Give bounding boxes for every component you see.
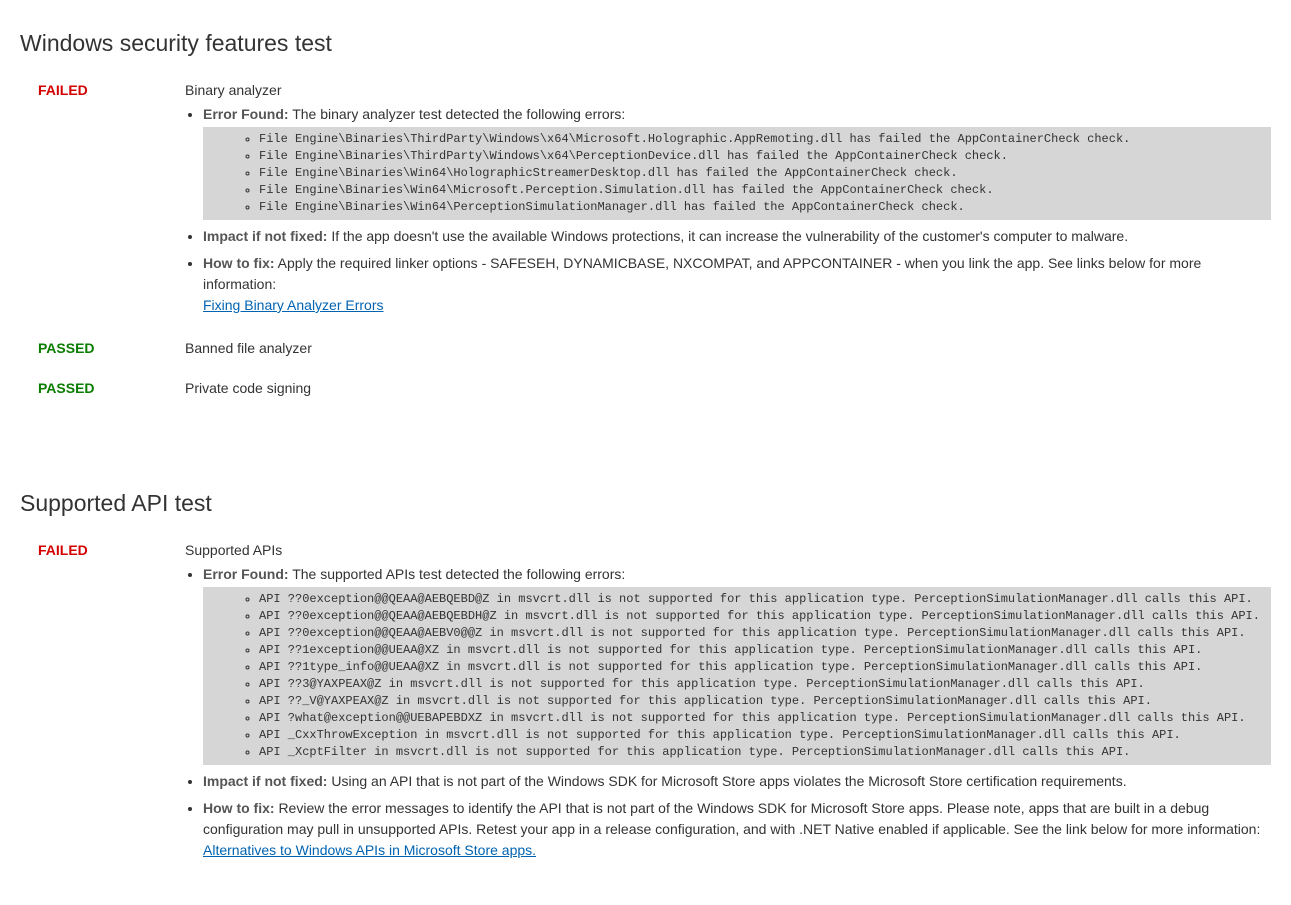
error-line: API ?what@exception@@UEBAPEBDXZ in msvcr… [259, 710, 1271, 727]
error-code-block: File Engine\Binaries\ThirdParty\Windows\… [203, 127, 1271, 220]
fix-link[interactable]: Alternatives to Windows APIs in Microsof… [203, 842, 536, 858]
status-badge: PASSED [20, 380, 185, 402]
error-line: API ??_V@YAXPEAX@Z in msvcrt.dll is not … [259, 693, 1271, 710]
error-found-item: Error Found: The binary analyzer test de… [203, 104, 1271, 220]
test-row: PASSED Banned file analyzer [20, 340, 1271, 362]
status-badge: PASSED [20, 340, 185, 362]
error-label: Error Found: [203, 106, 289, 122]
test-name: Private code signing [185, 380, 1271, 396]
error-line: API ??0exception@@QEAA@AEBQEBDH@Z in msv… [259, 608, 1271, 625]
error-line: API ??3@YAXPEAX@Z in msvcrt.dll is not s… [259, 676, 1271, 693]
status-badge: FAILED [20, 542, 185, 867]
fix-label: How to fix: [203, 800, 275, 816]
error-intro: The binary analyzer test detected the fo… [292, 106, 625, 122]
error-intro: The supported APIs test detected the fol… [292, 566, 625, 582]
error-line: API ??0exception@@QEAA@AEBV0@@Z in msvcr… [259, 625, 1271, 642]
error-line: API ??1exception@@UEAA@XZ in msvcrt.dll … [259, 642, 1271, 659]
error-line: API _CxxThrowException in msvcrt.dll is … [259, 727, 1271, 744]
detail-list: Error Found: The binary analyzer test de… [185, 104, 1271, 316]
section-title: Windows security features test [20, 30, 1271, 57]
error-line: API ??0exception@@QEAA@AEBQEBD@Z in msvc… [259, 591, 1271, 608]
error-found-item: Error Found: The supported APIs test det… [203, 564, 1271, 765]
impact-label: Impact if not fixed: [203, 228, 327, 244]
impact-text: If the app doesn't use the available Win… [331, 228, 1128, 244]
error-line: File Engine\Binaries\ThirdParty\Windows\… [259, 131, 1271, 148]
fix-item: How to fix: Review the error messages to… [203, 798, 1271, 861]
test-row: PASSED Private code signing [20, 380, 1271, 402]
error-label: Error Found: [203, 566, 289, 582]
error-code-block: API ??0exception@@QEAA@AEBQEBD@Z in msvc… [203, 587, 1271, 765]
test-name: Binary analyzer [185, 82, 1271, 98]
test-content: Banned file analyzer [185, 340, 1271, 362]
fix-text: Apply the required linker options - SAFE… [203, 255, 1201, 292]
status-badge: FAILED [20, 82, 185, 322]
fix-link[interactable]: Fixing Binary Analyzer Errors [203, 297, 384, 313]
test-row: FAILED Supported APIs Error Found: The s… [20, 542, 1271, 867]
impact-label: Impact if not fixed: [203, 773, 327, 789]
test-name: Supported APIs [185, 542, 1271, 558]
error-line: File Engine\Binaries\Win64\PerceptionSim… [259, 199, 1271, 216]
test-content: Binary analyzer Error Found: The binary … [185, 82, 1271, 322]
detail-list: Error Found: The supported APIs test det… [185, 564, 1271, 861]
error-line: File Engine\Binaries\Win64\HolographicSt… [259, 165, 1271, 182]
fix-label: How to fix: [203, 255, 275, 271]
error-line: File Engine\Binaries\ThirdParty\Windows\… [259, 148, 1271, 165]
fix-item: How to fix: Apply the required linker op… [203, 253, 1271, 316]
impact-item: Impact if not fixed: Using an API that i… [203, 771, 1271, 792]
section-security: Windows security features test FAILED Bi… [20, 30, 1271, 402]
section-title: Supported API test [20, 490, 1271, 517]
error-line: File Engine\Binaries\Win64\Microsoft.Per… [259, 182, 1271, 199]
fix-text: Review the error messages to identify th… [203, 800, 1260, 837]
impact-item: Impact if not fixed: If the app doesn't … [203, 226, 1271, 247]
error-line: API _XcptFilter in msvcrt.dll is not sup… [259, 744, 1271, 761]
impact-text: Using an API that is not part of the Win… [331, 773, 1126, 789]
test-row: FAILED Binary analyzer Error Found: The … [20, 82, 1271, 322]
section-api: Supported API test FAILED Supported APIs… [20, 490, 1271, 867]
test-content: Private code signing [185, 380, 1271, 402]
test-content: Supported APIs Error Found: The supporte… [185, 542, 1271, 867]
error-line: API ??1type_info@@UEAA@XZ in msvcrt.dll … [259, 659, 1271, 676]
test-name: Banned file analyzer [185, 340, 1271, 356]
